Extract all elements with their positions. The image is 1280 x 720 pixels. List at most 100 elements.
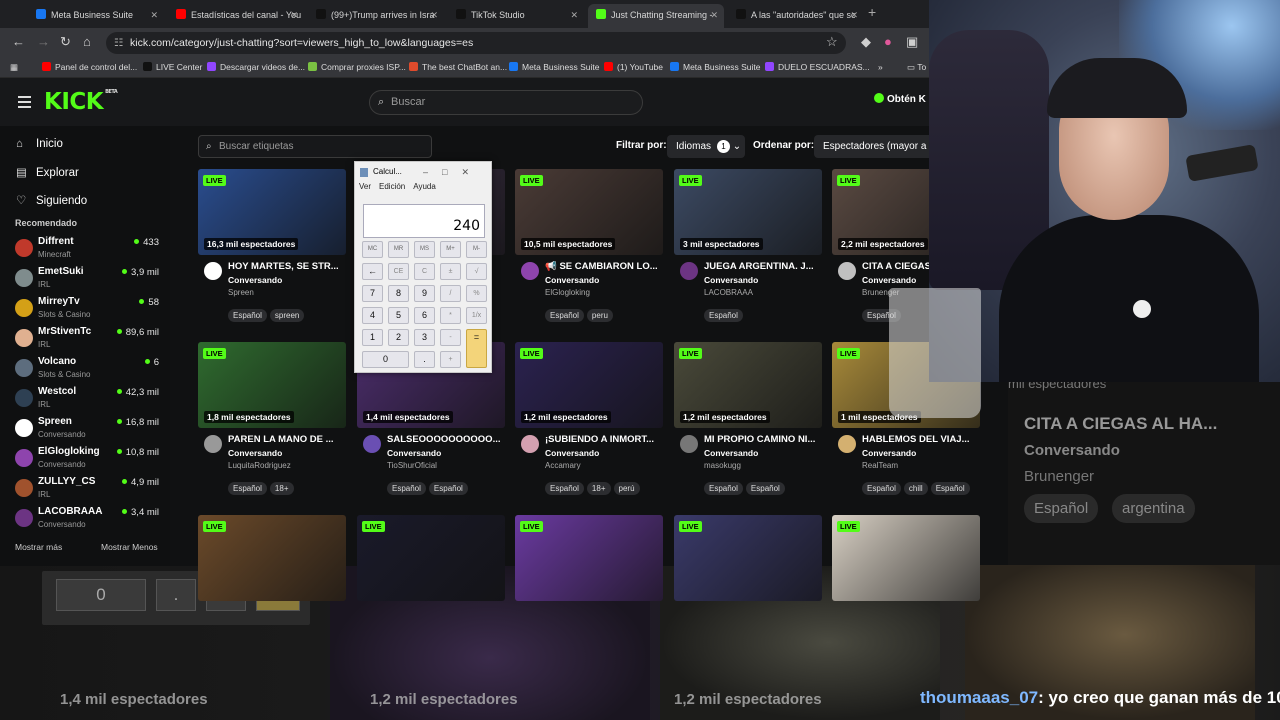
stream-title[interactable]: JUEGA ARGENTINA. J... [704, 261, 822, 272]
stream-title[interactable]: PAREN LA MANO DE ... [228, 434, 346, 445]
calc-key[interactable]: 2 [388, 329, 409, 346]
close-icon[interactable]: ✕ [850, 4, 858, 26]
stream-thumbnail[interactable]: LIVE [674, 515, 822, 601]
tab-active[interactable]: Just Chatting Streaming - ✕ [588, 4, 724, 28]
close-icon[interactable]: ✕ [430, 4, 438, 26]
tab[interactable]: Meta Business Suite ✕ [28, 4, 164, 28]
avatar[interactable] [838, 435, 856, 453]
stream-title[interactable]: SALSEOOOOOOOOOO... [387, 434, 505, 445]
stream-title[interactable]: HABLEMOS DEL VIAJ... [862, 434, 980, 445]
sidebar-item-inicio[interactable]: ⌂ Inicio [16, 138, 63, 150]
window-controls[interactable]: –□✕ [423, 162, 483, 182]
streamer-name[interactable]: LACOBRAAA [704, 288, 753, 297]
tag-search-input[interactable]: ⌕ Buscar etiquetas [198, 135, 432, 158]
sidebar-channel[interactable]: Spreen Conversando 16,8 mil [13, 415, 163, 445]
tag-chip[interactable]: Español [545, 482, 584, 495]
stream-category[interactable]: Conversando [387, 448, 441, 458]
bookmark-star-icon[interactable]: ☆ [826, 34, 838, 50]
stream-card[interactable]: LIVE 1,2 mil espectadores MI PROPIO CAMINO… [674, 342, 822, 502]
sidebar-channel[interactable]: Westcol IRL 42,3 mil [13, 385, 163, 415]
sidebar-channel[interactable]: LACOBRAAA Conversando 3,4 mil [13, 505, 163, 535]
extension-icon[interactable]: ◆ [861, 34, 871, 50]
stream-card[interactable]: LIVE [674, 515, 822, 675]
bookmark-item[interactable]: LIVE Center [143, 62, 202, 72]
stream-category[interactable]: Conversando [862, 275, 916, 285]
show-less-button[interactable]: Mostrar Menos [101, 542, 158, 552]
stream-thumbnail[interactable]: LIVE 3 mil espectadores [674, 169, 822, 255]
calc-key[interactable]: CE [388, 263, 409, 280]
bookmark-item[interactable]: Meta Business Suite [509, 62, 599, 72]
stream-title[interactable]: 📢 SE CAMBIARON LO... [545, 261, 663, 272]
sidebar-item-siguiendo[interactable]: ♡ Siguiendo [16, 193, 87, 207]
tag-chip[interactable]: peru [586, 309, 613, 322]
avatar[interactable] [680, 262, 698, 280]
bookmarks-overflow-button[interactable]: » [878, 62, 883, 72]
calc-key-memory[interactable]: M- [466, 241, 487, 258]
stream-card[interactable]: LIVE 1,2 mil espectadores ¡SUBIENDO A INMO… [515, 342, 663, 502]
calc-key[interactable]: 1 [362, 329, 383, 346]
stream-card[interactable]: LIVE 1,8 mil espectadores PAREN LA MANO DE… [198, 342, 346, 502]
close-icon[interactable]: ✕ [570, 4, 578, 26]
new-tab-button[interactable]: + [868, 4, 876, 20]
avatar[interactable] [204, 435, 222, 453]
stream-category[interactable]: Conversando [228, 275, 282, 285]
tag-chip[interactable]: Español [545, 309, 584, 322]
calculator-window[interactable]: Calcul... –□✕ Ver Edición Ayuda 240 MC MR MS M… [354, 161, 492, 373]
stream-thumbnail[interactable]: LIVE [515, 515, 663, 601]
sidebar-channel[interactable]: EmetSuki IRL 3,9 mil [13, 265, 163, 295]
menu-hamburger-icon[interactable] [18, 96, 31, 108]
bookmark-item[interactable]: Meta Business Suite [670, 62, 760, 72]
calculator-titlebar[interactable]: Calcul... –□✕ [355, 162, 491, 182]
streamer-name[interactable]: LuquitaRodriguez [228, 461, 291, 470]
close-icon[interactable]: ✕ [710, 4, 718, 26]
calc-key[interactable]: 1/x [466, 307, 487, 324]
avatar[interactable] [363, 435, 381, 453]
stream-category[interactable]: Conversando [862, 448, 916, 458]
sidebar-channel[interactable]: MrStivenTc IRL 89,6 mil [13, 325, 163, 355]
streamer-name[interactable]: RealTeam [862, 461, 898, 470]
tag-chip[interactable]: Español [930, 482, 970, 495]
stream-card[interactable]: LIVE [515, 515, 663, 675]
site-info-icon[interactable]: ☷ [114, 32, 123, 54]
tag-chip[interactable]: Español [862, 482, 901, 495]
avatar[interactable] [680, 435, 698, 453]
stream-thumbnail[interactable]: LIVE 1,2 mil espectadores [674, 342, 822, 428]
stream-thumbnail[interactable]: LIVE 1,2 mil espectadores [515, 342, 663, 428]
tag-chip[interactable]: Español [704, 482, 743, 495]
tag-chip[interactable]: perú [613, 482, 640, 495]
streamer-name[interactable]: masokugg [704, 461, 741, 470]
tag-chip[interactable]: Español [387, 482, 426, 495]
stream-thumbnail[interactable]: LIVE [357, 515, 505, 601]
calc-key[interactable]: 8 [388, 285, 409, 302]
calc-key[interactable]: √ [466, 263, 487, 280]
calc-key[interactable]: - [440, 329, 461, 346]
apps-grid-icon[interactable]: ▦ [10, 62, 18, 73]
streamer-name[interactable]: TioShurOficial [387, 461, 437, 470]
bookmark-item[interactable]: Comprar proxies ISP... [308, 62, 406, 72]
tag-chip[interactable]: spreen [269, 309, 305, 322]
stream-card[interactable]: LIVE 10,5 mil espectadores 📢 SE CAMBIARON … [515, 169, 663, 329]
extensions-puzzle-icon[interactable]: ▣ [906, 34, 918, 50]
bookmark-folder[interactable]: ▭ To [907, 62, 926, 73]
calc-key[interactable]: 4 [362, 307, 383, 324]
tab[interactable]: (99+)Trump arrives in Isra ✕ [308, 4, 444, 28]
url-bar[interactable]: ☷ kick.com/category/just-chatting?sort=vi… [106, 32, 846, 54]
stream-category[interactable]: Conversando [228, 448, 282, 458]
sidebar-item-explorar[interactable]: ▤ Explorar [16, 165, 79, 179]
sidebar-channel[interactable]: ElGlogloking Conversando 10,8 mil [13, 445, 163, 475]
stream-card[interactable]: LIVE [198, 515, 346, 675]
stream-card[interactable]: LIVE 16,3 mil espectadores HOY MARTES, SE … [198, 169, 346, 329]
stream-thumbnail[interactable]: LIVE 1,8 mil espectadores [198, 342, 346, 428]
tag-chip[interactable]: 18+ [586, 482, 611, 495]
sidebar-channel[interactable]: Diffrent Minecraft 433 [13, 235, 163, 265]
streamer-name[interactable]: Spreen [228, 288, 254, 297]
stream-category[interactable]: Conversando [545, 448, 599, 458]
calc-key[interactable]: 6 [414, 307, 435, 324]
bookmark-item[interactable]: (1) YouTube [604, 62, 663, 72]
stream-category[interactable]: Conversando [704, 448, 758, 458]
stream-card[interactable]: LIVE [357, 515, 505, 675]
calc-key[interactable]: . [414, 351, 435, 368]
reload-icon[interactable]: ↻ [60, 34, 71, 50]
calc-key[interactable]: + [440, 351, 461, 368]
bookmark-item[interactable]: The best ChatBot an... [409, 62, 507, 72]
